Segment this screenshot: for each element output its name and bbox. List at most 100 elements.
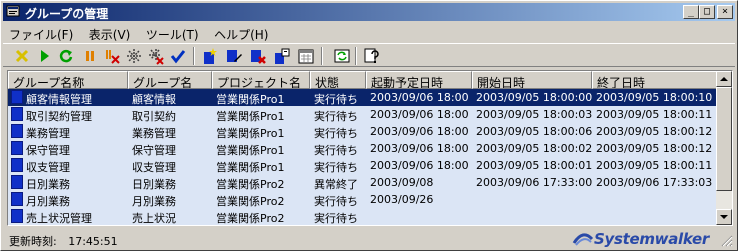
arrow-down-icon: [720, 215, 728, 219]
disable-icon[interactable]: [125, 47, 143, 65]
table-row[interactable]: 日別業務 日別業務 営業関係Pro2 異常終了 2003/09/08 2003/09/06…: [8, 174, 717, 191]
cell-project-name: 営業関係Pro1: [216, 144, 285, 157]
cell-group-name: 売上状況: [132, 212, 176, 225]
menu-bar: ファイル(F) 表示(V) ツール(T) ヘルプ(H): [3, 23, 735, 42]
cell-group-title: 月別業務: [26, 195, 70, 208]
systemwalker-logo-icon: [572, 233, 594, 246]
menu-view[interactable]: 表示(V): [83, 23, 137, 42]
group-icon: [11, 90, 23, 104]
confirm-icon[interactable]: [169, 47, 187, 65]
table-row[interactable]: 保守管理 保守管理 営業関係Pro1 実行待ち 2003/09/06 18:00 2003…: [8, 140, 717, 157]
cell-start-time: 2003/09/05 18:00:00: [476, 91, 593, 104]
delete-group-icon[interactable]: [249, 47, 267, 65]
menu-tools[interactable]: ツール(T): [140, 23, 205, 42]
vertical-scrollbar[interactable]: [716, 71, 732, 225]
cell-scheduled-start: 2003/09/26: [370, 193, 434, 206]
table-row[interactable]: 業務管理 業務管理 営業関係Pro1 実行待ち 2003/09/06 18:00 2003…: [8, 123, 717, 140]
cell-group-name: 取引契約: [132, 110, 176, 123]
status-text: 更新時刻: 17:45:51: [9, 233, 118, 249]
column-header-end-time[interactable]: 終了日時: [592, 71, 717, 89]
column-header-status[interactable]: 状態: [310, 71, 366, 89]
cell-start-time: 2003/09/06 17:33:00: [476, 176, 593, 189]
update-time-label: 更新時刻:: [9, 235, 57, 248]
title-bar[interactable]: グループの管理 _ □ ×: [3, 3, 735, 21]
resize-grip-icon[interactable]: [721, 235, 733, 247]
cell-project-name: 営業関係Pro2: [216, 178, 285, 191]
group-icon: [11, 158, 23, 172]
cell-end-time: 2003/09/06 17:33:03: [596, 176, 713, 189]
cell-group-title: 顧客情報管理: [26, 93, 92, 106]
column-header-start-time[interactable]: 開始日時: [472, 71, 592, 89]
group-list[interactable]: グループ名称 グループ名 プロジェクト名 状態 起動予定日時 開始日時 終了日時…: [7, 70, 733, 226]
cell-group-title: 取引契約管理: [26, 110, 92, 123]
cell-status: 実行待ち: [314, 195, 358, 208]
cell-end-time: 2003/09/05 18:00:11: [596, 108, 713, 121]
table-row[interactable]: 顧客情報管理 顧客情報 営業関係Pro1 実行待ち 2003/09/06 18:00 20…: [8, 89, 717, 106]
cell-group-name: 業務管理: [132, 127, 176, 140]
cell-scheduled-start: 2003/09/06 18:00: [370, 159, 469, 172]
refresh-icon[interactable]: [333, 47, 351, 65]
pause-icon[interactable]: [81, 47, 99, 65]
group-icon: [11, 209, 23, 223]
table-row[interactable]: 取引契約管理 取引契約 営業関係Pro1 実行待ち 2003/09/06 18:00 20…: [8, 106, 717, 123]
toolbar: [3, 43, 735, 67]
cell-status: 実行待ち: [314, 127, 358, 140]
cell-group-title: 業務管理: [26, 127, 70, 140]
group-icon: [11, 124, 23, 138]
window: グループの管理 _ □ × ファイル(F) 表示(V) ツール(T) ヘルプ(H…: [0, 0, 738, 251]
cell-scheduled-start: 2003/09/06 18:00: [370, 142, 469, 155]
menu-help[interactable]: ヘルプ(H): [208, 23, 274, 42]
cell-project-name: 営業関係Pro1: [216, 93, 285, 106]
new-group-icon[interactable]: [201, 47, 219, 65]
update-time-value: 17:45:51: [68, 235, 118, 248]
column-header-scheduled-start[interactable]: 起動予定日時: [366, 71, 472, 89]
scroll-thumb[interactable]: [716, 87, 732, 191]
help-icon[interactable]: [363, 47, 381, 65]
cell-status: 実行待ち: [314, 161, 358, 174]
enable-icon[interactable]: [147, 47, 165, 65]
cancel-icon[interactable]: [13, 47, 31, 65]
brand-logo: Systemwalker: [572, 229, 709, 249]
cell-end-time: 2003/09/05 18:00:10: [596, 91, 713, 104]
cell-group-name: 日別業務: [132, 178, 176, 191]
cell-project-name: 営業関係Pro2: [216, 195, 285, 208]
cell-end-time: 2003/09/05 18:00:12: [596, 125, 713, 138]
calendar-icon[interactable]: [297, 47, 315, 65]
column-header-group-title[interactable]: グループ名称: [8, 71, 128, 89]
cell-scheduled-start: 2003/09/06 18:00: [370, 91, 469, 104]
group-icon: [11, 175, 23, 189]
scroll-down-button[interactable]: [716, 209, 732, 225]
table-row[interactable]: 収支管理 収支管理 営業関係Pro1 実行待ち 2003/09/06 18:00 2003…: [8, 157, 717, 174]
cell-start-time: 2003/09/05 18:00:06: [476, 125, 593, 138]
group-icon: [11, 192, 23, 206]
maximize-button[interactable]: □: [699, 5, 715, 19]
cell-end-time: 2003/09/05 18:00:12: [596, 142, 713, 155]
cell-end-time: 2003/09/05 18:00:11: [596, 159, 713, 172]
scroll-up-button[interactable]: [716, 71, 732, 87]
cell-status: 実行待ち: [314, 144, 358, 157]
group-icon: [11, 107, 23, 121]
cell-scheduled-start: 2003/09/06 18:00: [370, 108, 469, 121]
edit-group-icon[interactable]: [225, 47, 243, 65]
cell-status: 実行待ち: [314, 110, 358, 123]
cell-status: 実行待ち: [314, 212, 358, 225]
toolbar-separator: [193, 47, 195, 65]
start-icon[interactable]: [35, 47, 53, 65]
cell-project-name: 営業関係Pro1: [216, 127, 285, 140]
arrow-up-icon: [720, 77, 728, 81]
table-row[interactable]: 月別業務 月別業務 営業関係Pro2 実行待ち 2003/09/26: [8, 191, 717, 208]
cell-group-title: 収支管理: [26, 161, 70, 174]
minimize-button[interactable]: _: [683, 5, 699, 19]
cell-project-name: 営業関係Pro1: [216, 110, 285, 123]
column-header-group-name[interactable]: グループ名: [128, 71, 212, 89]
close-button[interactable]: ×: [717, 5, 733, 19]
column-header-project-name[interactable]: プロジェクト名: [212, 71, 310, 89]
restart-icon[interactable]: [57, 47, 75, 65]
menu-file[interactable]: ファイル(F): [3, 23, 79, 42]
stop-icon[interactable]: [103, 47, 121, 65]
toolbar-separator-3: [355, 47, 357, 65]
cell-project-name: 営業関係Pro1: [216, 161, 285, 174]
table-row[interactable]: 売上状況管理 売上状況 営業関係Pro2 実行待ち: [8, 208, 717, 225]
cell-scheduled-start: 2003/09/08: [370, 176, 434, 189]
properties-icon[interactable]: [273, 47, 291, 65]
